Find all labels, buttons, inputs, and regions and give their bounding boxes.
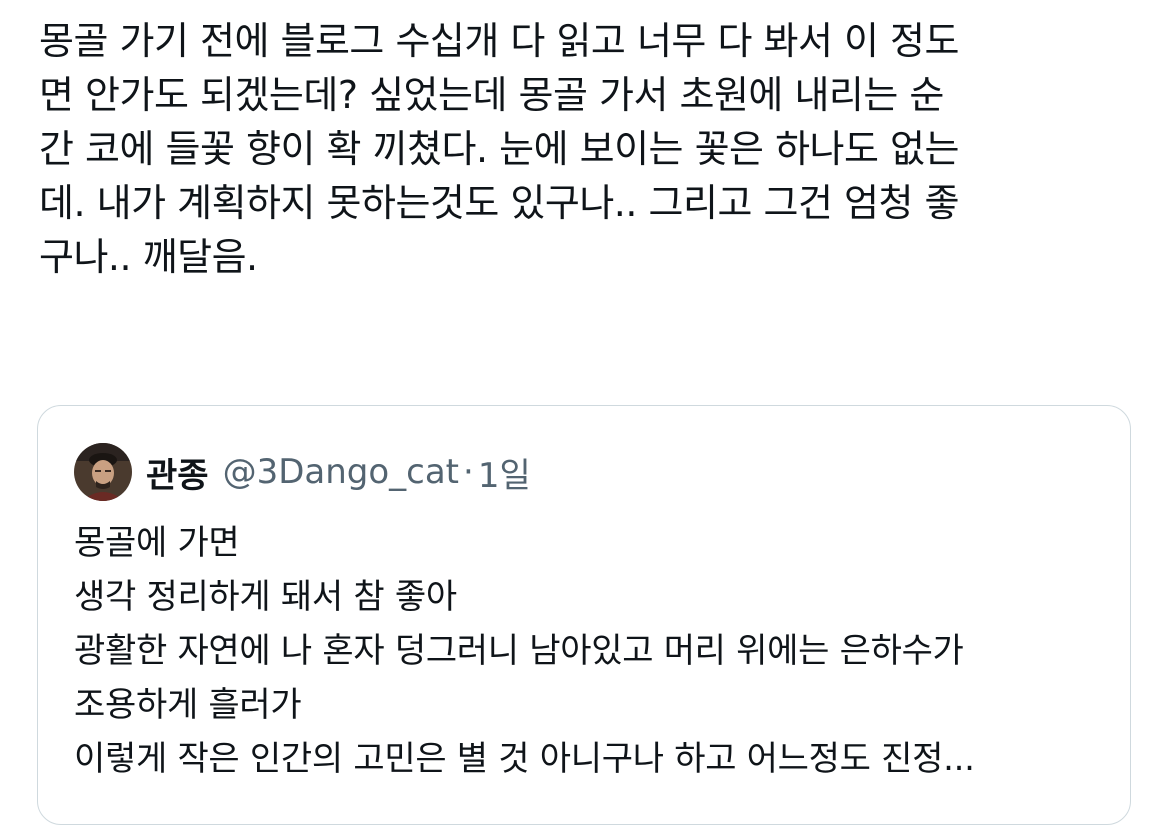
author-name[interactable]: 관종 <box>146 448 209 497</box>
separator-dot: · <box>463 452 474 492</box>
quoted-tweet-header: 관종 @3Dango_cat · 1일 <box>74 442 531 502</box>
avatar[interactable] <box>74 443 132 501</box>
quoted-tweet-text: 몽골에 가면 생각 정리하게 돼서 참 좋아 광활한 자연에 나 혼자 덩그러니… <box>74 523 975 779</box>
author-handle[interactable]: @3Dango_cat <box>223 452 459 492</box>
post-timestamp[interactable]: 1일 <box>478 448 531 497</box>
tweet-text: 몽골 가기 전에 블로그 수십개 다 읽고 너무 다 봐서 이 정도 면 안가도… <box>39 19 959 279</box>
avatar-icon <box>74 443 132 501</box>
quoted-tweet-card[interactable]: 관종 @3Dango_cat · 1일 몽골에 가면 생각 정리하게 돼서 참 … <box>37 405 1131 825</box>
